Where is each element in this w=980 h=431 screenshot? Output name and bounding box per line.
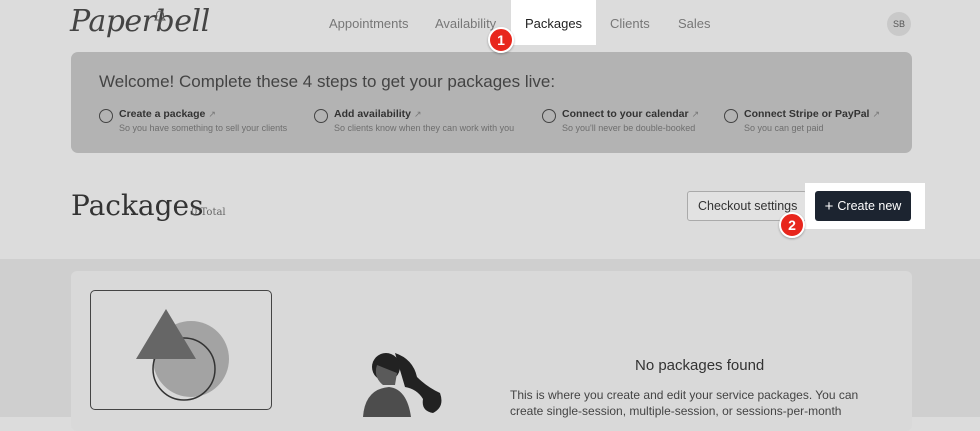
external-link-icon: ↗ — [414, 109, 422, 119]
user-avatar[interactable]: SB — [887, 12, 911, 36]
shapes-illustration — [90, 290, 272, 410]
external-link-icon: ↗ — [872, 109, 880, 119]
external-link-icon: ↗ — [208, 109, 216, 119]
nav-appointments[interactable]: Appointments — [329, 16, 409, 31]
create-new-button[interactable]: + Create new — [815, 191, 911, 221]
onboarding-title: Welcome! Complete these 4 steps to get y… — [99, 72, 556, 91]
step-subtitle: So clients know when they can work with … — [334, 123, 515, 133]
step-title: Create a package — [119, 108, 206, 120]
shapes-icon — [136, 309, 229, 401]
step-badge-2: 2 — [779, 212, 805, 238]
page-title: Packages — [71, 189, 204, 222]
package-count: 0 Total — [191, 207, 226, 218]
nav-sales[interactable]: Sales — [678, 16, 711, 31]
step-title: Add availability — [334, 108, 412, 120]
onboarding-card: Welcome! Complete these 4 steps to get y… — [71, 52, 912, 153]
external-link-icon: ↗ — [691, 109, 700, 119]
nav-packages[interactable]: Packages — [511, 0, 596, 45]
plus-icon: + — [824, 197, 834, 215]
app-logo[interactable]: Paperbell — [70, 4, 210, 39]
checkbox-circle-icon[interactable] — [314, 109, 328, 123]
bell-icon — [154, 10, 166, 26]
empty-state-title: No packages found — [635, 357, 765, 374]
checkbox-circle-icon[interactable] — [99, 109, 113, 123]
step-title: Connect Stripe or PayPal — [744, 108, 870, 120]
step-subtitle: So you'll never be double-booked — [562, 123, 696, 133]
create-new-label: Create new — [837, 199, 902, 213]
step-badge-1: 1 — [488, 27, 514, 53]
step-subtitle: So you have something to sell your clien… — [119, 123, 288, 133]
nav-clients[interactable]: Clients — [610, 16, 650, 31]
checkbox-circle-icon[interactable] — [724, 109, 738, 123]
empty-state-description: This is where you create and edit your s… — [510, 388, 859, 418]
step-subtitle: So you can get paid — [744, 123, 824, 133]
nav-availability[interactable]: Availability — [435, 16, 496, 31]
person-illustration-icon — [363, 353, 442, 417]
step-title: Connect to your calendar — [562, 108, 689, 120]
checkbox-circle-icon[interactable] — [542, 109, 556, 123]
create-new-highlight: + Create new — [805, 183, 925, 229]
